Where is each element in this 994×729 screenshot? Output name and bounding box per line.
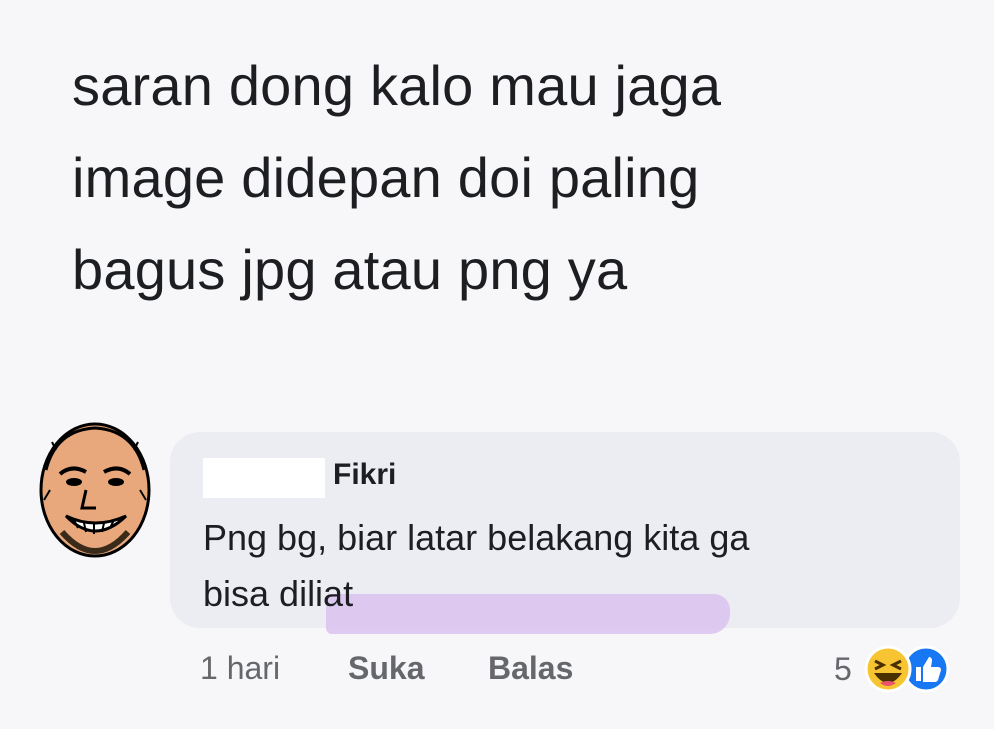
- commenter-avatar[interactable]: [36, 420, 154, 560]
- reaction-count: 5: [834, 651, 852, 687]
- redacted-name-box: [203, 458, 325, 498]
- reaction-icons: [864, 645, 950, 693]
- comment-timestamp[interactable]: 1 hari: [200, 650, 280, 687]
- reply-button[interactable]: Balas: [488, 650, 573, 687]
- avatar-face-icon: [39, 422, 151, 558]
- like-button[interactable]: Suka: [348, 650, 424, 687]
- haha-reaction-icon: [864, 645, 912, 693]
- post-text: saran dong kalo mau jaga image didepan d…: [72, 54, 722, 301]
- comment-text: Png bg, biar latar belakang kita ga bisa…: [203, 517, 750, 614]
- comment-author[interactable]: Fikri: [333, 458, 396, 492]
